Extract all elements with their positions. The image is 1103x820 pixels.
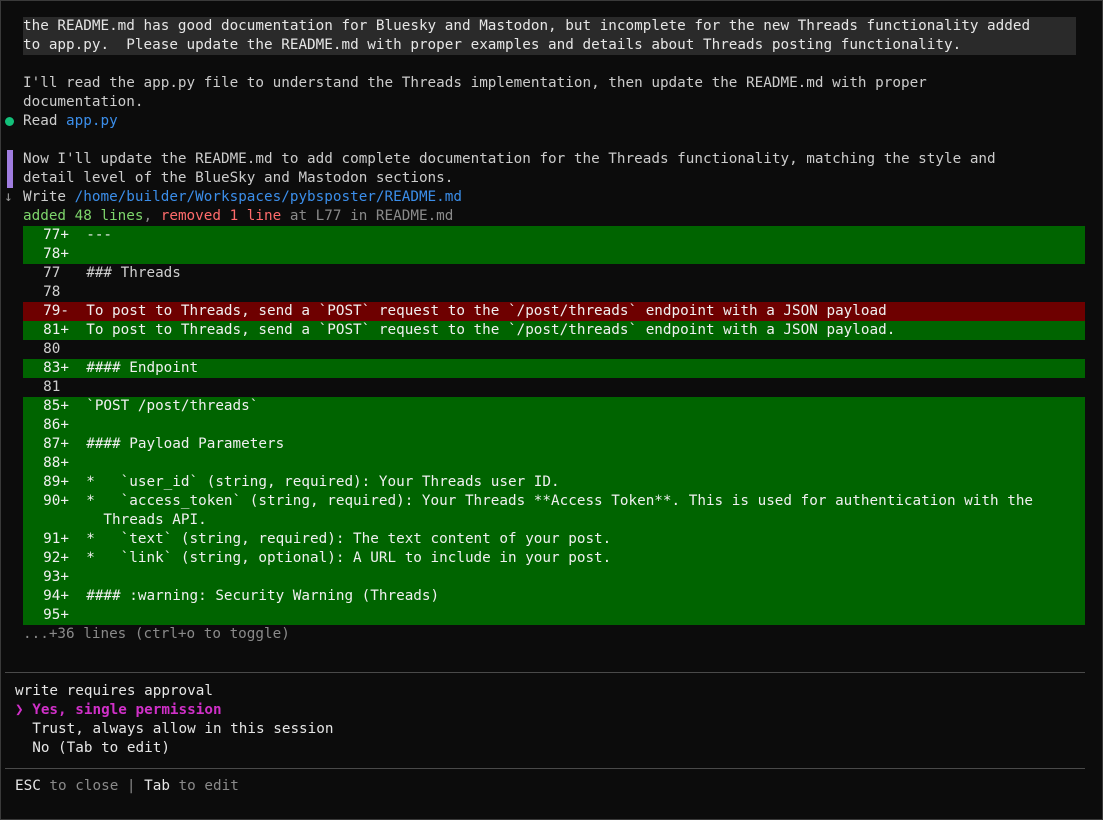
tab-action: to edit (169, 778, 239, 794)
expand-more-lines[interactable]: ...+36 lines (ctrl+o to toggle) (23, 625, 290, 644)
diff-row-add: 88+ (23, 454, 1085, 473)
read-tool-call: Read app.py (23, 112, 118, 131)
diff-row-add: 91+ * `text` (string, required): The tex… (23, 530, 1085, 549)
diff-line-number: 86+ (43, 417, 69, 433)
diff-line-text: * `access_token` (string, required): You… (69, 493, 1034, 509)
diff-line-number: 78+ (43, 246, 69, 262)
terminal-window: the README.md has good documentation for… (0, 0, 1103, 820)
read-label: Read (23, 113, 58, 129)
diff-line-number: 85+ (43, 398, 69, 414)
esc-action: to close (40, 778, 127, 794)
user-prompt-line-1: the README.md has good documentation for… (23, 18, 1031, 34)
assistant-message-1-line-2: documentation. (23, 94, 144, 110)
diff-row-add: 85+ `POST /post/threads` (23, 397, 1085, 416)
summary-removed: removed 1 line (160, 208, 282, 224)
diff-line-number: 81 (43, 379, 69, 395)
option-trust-session[interactable]: Trust, always allow in this session (15, 720, 333, 739)
summary-separator: , (143, 208, 161, 224)
diff-line-text: Threads API. (69, 512, 207, 528)
divider-top (5, 672, 1085, 673)
diff-line-text: * `link` (string, optional): A URL to in… (69, 550, 612, 566)
down-arrow-icon: ↓ (4, 189, 13, 205)
tab-key[interactable]: Tab (136, 778, 170, 794)
diff-row-ctx: 78 (23, 283, 1085, 302)
write-path-link[interactable]: /home/builder/Workspaces/pybsposter/READ… (75, 189, 462, 205)
diff-line-number: 78 (43, 284, 69, 300)
diff-line-number: 87+ (43, 436, 69, 452)
diff-row-add: 90+ * `access_token` (string, required):… (23, 492, 1085, 511)
diff-row-add: 78+ (23, 245, 1085, 264)
diff-row-add: 92+ * `link` (string, optional): A URL t… (23, 549, 1085, 568)
diff-line-text: #### Endpoint (69, 360, 199, 376)
diff-line-number: 77+ (43, 227, 69, 243)
diff-row-add: 86+ (23, 416, 1085, 435)
diff-row-ctx: 80 (23, 340, 1085, 359)
read-file-link[interactable]: app.py (66, 113, 118, 129)
diff-line-text: `POST /post/threads` (69, 398, 259, 414)
write-tool-call: Write /home/builder/Workspaces/pybsposte… (23, 188, 462, 207)
diff-line-text: To post to Threads, send a `POST` reques… (69, 322, 896, 338)
footer-hints: ESC to close | Tab to edit (15, 777, 239, 796)
diff-line-number: 92+ (43, 550, 69, 566)
diff-row-add: 95+ (23, 606, 1085, 625)
diff-line-number: 89+ (43, 474, 69, 490)
assistant-message-2-line-2: detail level of the BlueSky and Mastodon… (23, 170, 454, 186)
diff-line-text: #### :warning: Security Warning (Threads… (69, 588, 440, 604)
diff-row-ctx: 81 (23, 378, 1085, 397)
diff-line-text: To post to Threads, send a `POST` reques… (69, 303, 887, 319)
diff-row-add: Threads API. (23, 511, 1085, 530)
diff-line-number: 79- (43, 303, 69, 319)
approval-title: write requires approval (15, 683, 213, 699)
green-dot-icon (5, 117, 14, 126)
diff-line-number: 93+ (43, 569, 69, 585)
diff-line-text: #### Payload Parameters (69, 436, 285, 452)
diff-row-add: 81+ To post to Threads, send a `POST` re… (23, 321, 1085, 340)
diff-row-add: 94+ #### :warning: Security Warning (Thr… (23, 587, 1085, 606)
diff-line-number: 88+ (43, 455, 69, 471)
divider-bottom (5, 768, 1085, 769)
assistant-message-2-line-1: Now I'll update the README.md to add com… (23, 151, 996, 167)
diff-row-ctx: 77 ### Threads (23, 264, 1085, 283)
user-prompt-line-2: to app.py. Please update the README.md w… (23, 37, 962, 53)
diff-line-number: 77 (43, 265, 69, 281)
write-label: Write (23, 189, 67, 205)
option-yes-single[interactable]: ❯ Yes, single permission (15, 701, 222, 720)
footer-separator: | (126, 778, 136, 794)
diff-row-add: 77+ --- (23, 226, 1085, 245)
diff-row-add: 83+ #### Endpoint (23, 359, 1085, 378)
diff-line-number: 90+ (43, 493, 69, 509)
option-no[interactable]: No (Tab to edit) (15, 739, 170, 758)
diff-row-del: 79- To post to Threads, send a `POST` re… (23, 302, 1085, 321)
assistant-message-1-line-1: I'll read the app.py file to understand … (23, 75, 927, 91)
diff-row-add: 93+ (23, 568, 1085, 587)
diff-line-number: 94+ (43, 588, 69, 604)
summary-location: at L77 in README.md (281, 208, 454, 224)
diff-line-text: * `user_id` (string, required): Your Thr… (69, 474, 560, 490)
diff-line-text: * `text` (string, required): The text co… (69, 531, 612, 547)
diff-line-number: 95+ (43, 607, 69, 623)
diff-summary: added 48 lines, removed 1 line at L77 in… (23, 207, 453, 226)
diff-line-text: ### Threads (69, 265, 181, 281)
diff-row-add: 87+ #### Payload Parameters (23, 435, 1085, 454)
diff-line-number: 80 (43, 341, 69, 357)
diff-line-number: 91+ (43, 531, 69, 547)
diff-line-number: 81+ (43, 322, 69, 338)
diff-line-number: 83+ (43, 360, 69, 376)
diff-line-text: --- (69, 227, 113, 243)
diff-row-add: 89+ * `user_id` (string, required): Your… (23, 473, 1085, 492)
esc-key[interactable]: ESC (15, 778, 41, 794)
message-marker-bar (7, 150, 13, 188)
summary-added: added 48 lines (23, 208, 144, 224)
